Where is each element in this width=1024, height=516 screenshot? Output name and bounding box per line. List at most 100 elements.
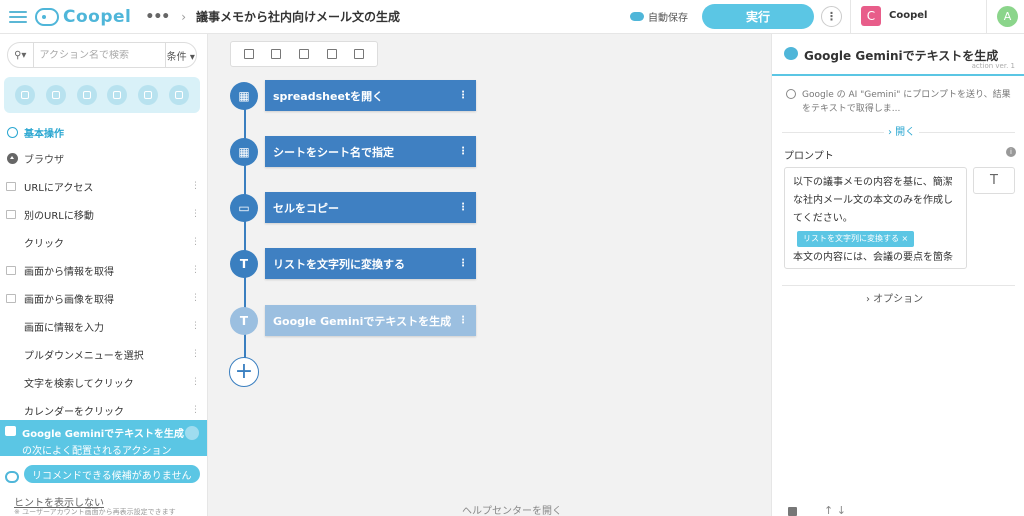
recommend-empty-message: リコメンドできる候補がありません: [24, 465, 200, 483]
divider: [782, 285, 1015, 286]
list-item[interactable]: クリック ⋮: [0, 228, 207, 256]
tools-icon[interactable]: [137, 85, 158, 105]
recommend-header: Google Geminiでテキストを生成 の次によく配置されるアクション: [0, 420, 207, 457]
spreadsheet-icon[interactable]: ▦: [230, 82, 258, 110]
sitemap-icon[interactable]: [168, 85, 189, 105]
remove-tag-icon[interactable]: ×: [902, 234, 909, 243]
breadcrumb-arrow-icon: ›: [181, 9, 187, 24]
options-toggle[interactable]: › オプション: [862, 290, 928, 305]
autosave-status: 自動保存: [630, 9, 688, 24]
chat-bubble-icon: [5, 426, 16, 436]
trash-icon[interactable]: [788, 507, 797, 516]
node-menu-icon[interactable]: ⋮: [458, 258, 468, 269]
hamburger-menu-icon[interactable]: [9, 10, 27, 23]
section-basic[interactable]: 基本操作: [7, 125, 64, 140]
copy-icon[interactable]: [241, 46, 257, 62]
robot-icon: [5, 471, 19, 483]
header-divider: [850, 0, 851, 34]
search-input[interactable]: [33, 49, 165, 61]
node-menu-icon[interactable]: ⋮: [458, 315, 468, 326]
search-icon[interactable]: ⚲▾: [8, 43, 34, 67]
list-item-label: 画面から画像を取得: [24, 294, 114, 306]
list-item-label: プルダウンメニューを選択: [24, 350, 144, 362]
list-item[interactable]: 画面から画像を取得 ⋮: [0, 284, 207, 312]
section-browser-label: ブラウザ: [24, 155, 64, 166]
table-icon[interactable]: [45, 85, 66, 105]
globe-icon[interactable]: [15, 85, 36, 105]
flow-node-label: spreadsheetを開く: [273, 89, 384, 103]
flow-node-label: シートをシート名で指定: [273, 145, 394, 159]
globe-icon: [7, 127, 18, 138]
flow-node-sheet[interactable]: シートをシート名で指定 ⋮: [265, 136, 476, 167]
list-item[interactable]: 画面に情報を入力 ⋮: [0, 312, 207, 340]
drag-handle-icon[interactable]: ⋮: [191, 209, 200, 219]
collapse-check-icon[interactable]: [185, 426, 199, 440]
drag-handle-icon[interactable]: ⋮: [191, 405, 200, 415]
info-icon[interactable]: i: [1006, 147, 1016, 157]
help-center-link[interactable]: ヘルプセンターを開く: [462, 502, 562, 516]
workspace-name[interactable]: Coopel: [889, 10, 927, 21]
drag-handle-icon[interactable]: ⋮: [191, 265, 200, 275]
hint-note: ※ ユーザーアカウント画面から再表示設定できます: [14, 508, 176, 516]
node-menu-icon[interactable]: ⋮: [458, 90, 468, 101]
page-title[interactable]: 議事メモから社内向けメール文の生成: [196, 8, 400, 25]
split-icon[interactable]: [324, 46, 340, 62]
properties-panel: Google Geminiでテキストを生成 action ver. 1 Goog…: [771, 34, 1024, 516]
flow-node-gemini[interactable]: Google Geminiでテキストを生成 ⋮: [265, 305, 476, 336]
document-icon[interactable]: [76, 85, 97, 105]
coopel-logo[interactable]: Coopel: [35, 7, 131, 27]
list-item[interactable]: プルダウンメニューを選択 ⋮: [0, 340, 207, 368]
drag-handle-icon[interactable]: ⋮: [191, 321, 200, 331]
cloud-icon[interactable]: [107, 85, 128, 105]
flow-node-copy-cell[interactable]: セルをコピー ⋮: [265, 192, 476, 223]
prompt-text: 本文の内容には、会議の要点を箇条: [793, 252, 953, 263]
window-icon: [6, 181, 16, 191]
expand-description-button[interactable]: › 開く: [884, 123, 920, 138]
flow-node-label: Google Geminiでテキストを生成: [273, 314, 452, 328]
action-search: ⚲▾ 条件 ▾: [7, 42, 197, 68]
drag-handle-icon[interactable]: ⋮: [191, 293, 200, 303]
workspace-avatar[interactable]: C: [861, 6, 881, 26]
section-browser[interactable]: ブラウザ: [7, 151, 64, 166]
drag-handle-icon[interactable]: ⋮: [191, 181, 200, 191]
comment-icon[interactable]: [296, 46, 312, 62]
text-t-icon[interactable]: T: [230, 307, 258, 335]
prompt-text: 以下の議事メモの内容を基に、簡潔な社内メール文の本文のみを作成してください。: [793, 177, 953, 224]
run-button[interactable]: 実行: [702, 4, 814, 29]
node-menu-icon[interactable]: ⋮: [458, 146, 468, 157]
drag-handle-icon[interactable]: ⋮: [191, 377, 200, 387]
blank-icon: [6, 378, 16, 387]
header-divider: [986, 0, 987, 34]
drag-handle-icon[interactable]: ⋮: [191, 237, 200, 247]
blank-icon: [6, 322, 16, 331]
prompt-field[interactable]: 以下の議事メモの内容を基に、簡潔な社内メール文の本文のみを作成してください。 リ…: [784, 167, 967, 269]
more-menu-icon[interactable]: •••: [145, 9, 170, 25]
layout-icon[interactable]: [351, 46, 367, 62]
filter-button[interactable]: 条件 ▾: [164, 43, 196, 67]
list-item[interactable]: URLにアクセス ⋮: [0, 172, 207, 200]
list-item[interactable]: 別のURLに移動 ⋮: [0, 200, 207, 228]
cell-icon[interactable]: ▭: [230, 194, 258, 222]
list-item-label: クリック: [24, 238, 64, 250]
run-options-icon[interactable]: ⋮: [821, 6, 842, 27]
sheet-icon[interactable]: ▦: [230, 138, 258, 166]
move-arrows-icon[interactable]: ↑ ↓: [824, 504, 846, 516]
prompt-label: プロンプト: [784, 151, 834, 162]
list-item-label: 画面に情報を入力: [24, 322, 104, 334]
hide-icon[interactable]: [268, 46, 284, 62]
blank-icon: [6, 406, 16, 415]
action-description: Google の AI "Gemini" にプロンプトを送り、結果をテキストで取…: [802, 90, 1011, 114]
user-avatar[interactable]: A: [997, 6, 1018, 27]
list-item[interactable]: 文字を検索してクリック ⋮: [0, 368, 207, 396]
node-menu-icon[interactable]: ⋮: [458, 202, 468, 213]
flow-node-spreadsheet[interactable]: spreadsheetを開く ⋮: [265, 80, 476, 111]
text-format-button[interactable]: T: [973, 167, 1015, 194]
variable-tag[interactable]: リストを文字列に変換する ×: [797, 231, 915, 247]
drag-handle-icon[interactable]: ⋮: [191, 349, 200, 359]
list-item[interactable]: 画面から情報を取得 ⋮: [0, 256, 207, 284]
text-t-icon[interactable]: T: [230, 250, 258, 278]
category-bar: [4, 77, 200, 113]
add-node-button[interactable]: +: [229, 357, 259, 387]
text-icon: [6, 265, 16, 275]
flow-node-list-to-string[interactable]: リストを文字列に変換する ⋮: [265, 248, 476, 279]
